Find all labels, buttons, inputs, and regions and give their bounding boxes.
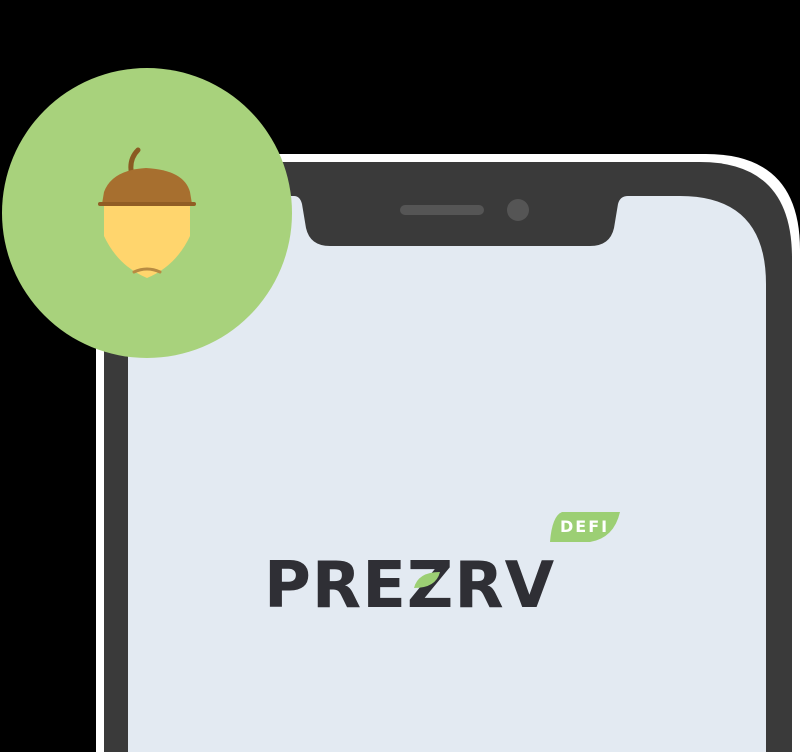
app-promo-illustration: DEFI PREZRV xyxy=(0,0,800,752)
earpiece-speaker-icon xyxy=(400,205,484,215)
brand-wordmark: PREZRV xyxy=(264,549,556,623)
front-camera-icon xyxy=(507,199,529,221)
prezrv-logo: DEFI PREZRV xyxy=(264,512,624,622)
defi-label: DEFI xyxy=(560,517,610,536)
leaf-icon xyxy=(414,572,440,588)
phone-illustration xyxy=(2,68,800,752)
